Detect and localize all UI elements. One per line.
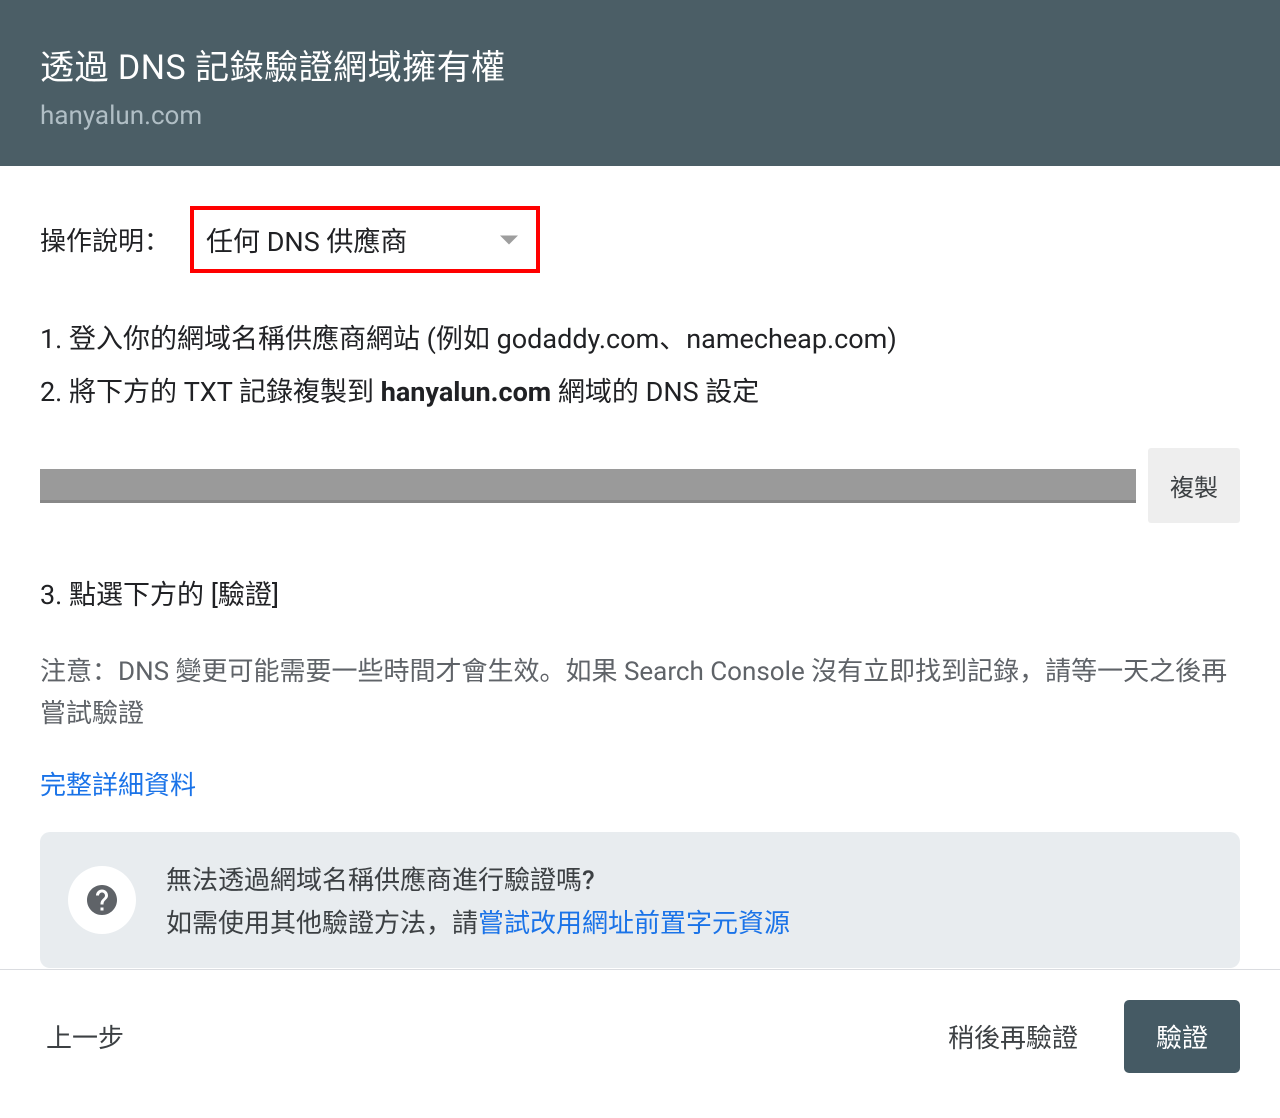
instructions: 1. 登入你的網域名稱供應商網站 (例如 godaddy.com、nameche… bbox=[40, 313, 1240, 418]
step-1: 1. 登入你的網域名稱供應商網站 (例如 godaddy.com、nameche… bbox=[40, 313, 1240, 366]
txt-record-input[interactable] bbox=[40, 469, 1136, 503]
copy-button[interactable]: 複製 bbox=[1148, 448, 1240, 523]
dns-provider-value: 任何 DNS 供應商 bbox=[206, 226, 407, 258]
header-domain: hanyalun.com bbox=[40, 101, 1240, 131]
help-body: 如需使用其他驗證方法，請嘗試改用網址前置字元資源 bbox=[166, 903, 1212, 940]
step-3: 3. 點選下方的 [驗證] bbox=[40, 573, 1240, 612]
verify-later-button[interactable]: 稍後再驗證 bbox=[942, 1008, 1084, 1065]
full-details-link[interactable]: 完整詳細資料 bbox=[40, 765, 196, 802]
dns-provider-select[interactable]: 任何 DNS 供應商 bbox=[190, 206, 540, 273]
dialog-header: 透過 DNS 記錄驗證網域擁有權 hanyalun.com bbox=[0, 0, 1280, 166]
help-box: 無法透過網域名稱供應商進行驗證嗎? 如需使用其他驗證方法，請嘗試改用網址前置字元… bbox=[40, 832, 1240, 968]
dialog-content: 操作說明： 任何 DNS 供應商 1. 登入你的網域名稱供應商網站 (例如 go… bbox=[0, 166, 1280, 968]
verify-button[interactable]: 驗證 bbox=[1124, 1000, 1240, 1073]
question-icon bbox=[68, 866, 136, 934]
help-text: 無法透過網域名稱供應商進行驗證嗎? 如需使用其他驗證方法，請嘗試改用網址前置字元… bbox=[166, 860, 1212, 940]
help-title: 無法透過網域名稱供應商進行驗證嗎? bbox=[166, 860, 1212, 897]
dialog-footer: 上一步 稍後再驗證 驗證 bbox=[0, 969, 1280, 1118]
provider-row: 操作說明： 任何 DNS 供應商 bbox=[40, 206, 1240, 273]
txt-record-row: 複製 bbox=[40, 448, 1240, 523]
step-2: 2. 將下方的 TXT 記錄複製到 hanyalun.com 網域的 DNS 設… bbox=[40, 366, 1240, 419]
back-button[interactable]: 上一步 bbox=[40, 1008, 130, 1065]
url-prefix-link[interactable]: 嘗試改用網址前置字元資源 bbox=[478, 909, 790, 939]
header-title: 透過 DNS 記錄驗證網域擁有權 bbox=[40, 40, 1240, 89]
provider-label: 操作說明： bbox=[40, 221, 170, 258]
caret-down-icon bbox=[500, 235, 518, 244]
note-text: 注意：DNS 變更可能需要一些時間才會生效。如果 Search Console … bbox=[40, 652, 1240, 735]
